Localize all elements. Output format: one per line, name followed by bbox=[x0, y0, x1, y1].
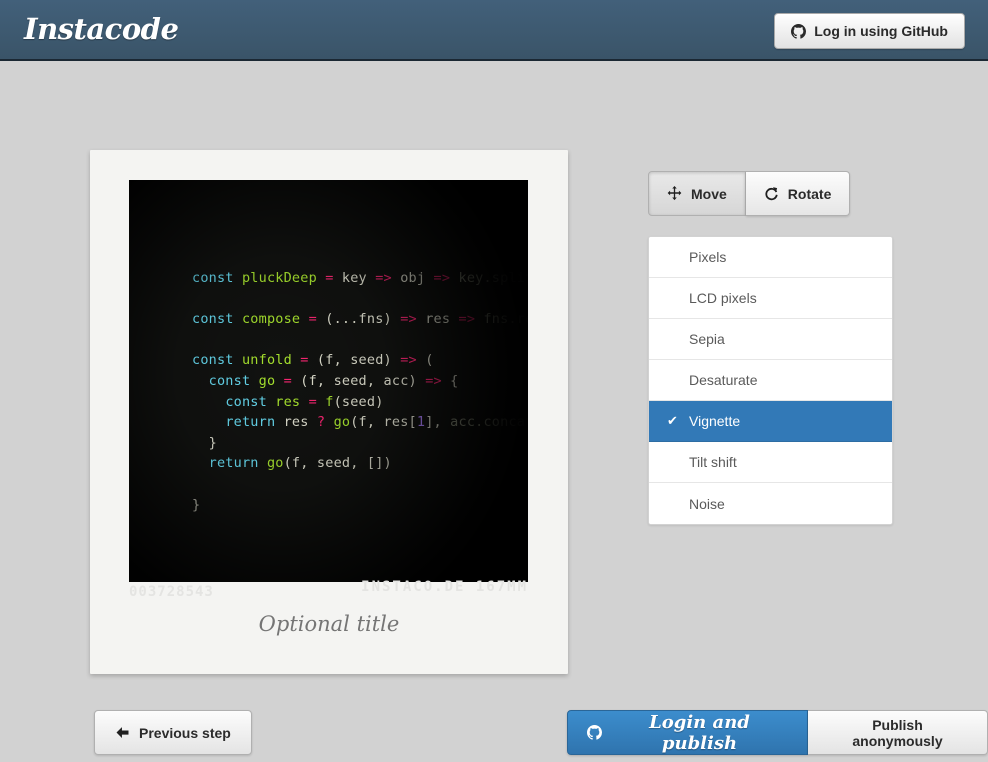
github-icon bbox=[587, 725, 602, 740]
filter-item-tilt-shift[interactable]: ✔ Tilt shift bbox=[649, 442, 892, 483]
code-photo[interactable]: const pluckDeep = key => obj => key.spli… bbox=[129, 180, 528, 582]
move-tool-label: Move bbox=[691, 186, 727, 202]
filter-item-desaturate[interactable]: ✔ Desaturate bbox=[649, 360, 892, 401]
rotate-tool-button[interactable]: Rotate bbox=[746, 171, 851, 216]
film-edge-marks: 003728543 INSTACO.DE 167MM bbox=[129, 584, 528, 606]
move-arrows-icon bbox=[667, 186, 682, 201]
filter-item-sepia[interactable]: ✔ Sepia bbox=[649, 319, 892, 360]
github-login-label: Log in using GitHub bbox=[814, 24, 948, 38]
previous-step-label: Previous step bbox=[139, 725, 231, 741]
github-login-button[interactable]: Log in using GitHub bbox=[774, 13, 965, 49]
filter-list: ✔ Pixels ✔ LCD pixels ✔ Sepia ✔ Desatura… bbox=[648, 236, 893, 525]
polaroid-frame: const pluckDeep = key => obj => key.spli… bbox=[90, 150, 568, 674]
filter-item-lcd-pixels[interactable]: ✔ LCD pixels bbox=[649, 278, 892, 319]
github-icon bbox=[791, 24, 806, 39]
caption-input[interactable] bbox=[90, 612, 568, 636]
login-and-publish-label: Login and publish bbox=[611, 712, 788, 754]
check-icon: ✔ bbox=[667, 413, 678, 429]
app-header: Instacode Log in using GitHub bbox=[0, 0, 988, 61]
publish-button-group: Login and publish Publish anonymously bbox=[567, 710, 988, 755]
filter-label: Vignette bbox=[689, 413, 740, 429]
publish-anonymously-button[interactable]: Publish anonymously bbox=[808, 710, 988, 755]
arrow-left-icon bbox=[115, 725, 130, 740]
transform-tool-group: Move Rotate bbox=[648, 171, 850, 216]
filter-item-pixels[interactable]: ✔ Pixels bbox=[649, 237, 892, 278]
filter-label: LCD pixels bbox=[689, 290, 757, 306]
filter-label: Desaturate bbox=[689, 372, 757, 388]
app-logo: Instacode bbox=[24, 12, 178, 46]
rotate-cw-icon bbox=[764, 186, 779, 201]
previous-step-button[interactable]: Previous step bbox=[94, 710, 252, 755]
publish-anonymously-label: Publish anonymously bbox=[827, 717, 968, 749]
filter-label: Tilt shift bbox=[689, 454, 737, 470]
rotate-tool-label: Rotate bbox=[788, 186, 832, 202]
code-snippet: const pluckDeep = key => obj => key.spli… bbox=[129, 180, 528, 582]
filter-item-noise[interactable]: ✔ Noise bbox=[649, 483, 892, 524]
login-and-publish-button[interactable]: Login and publish bbox=[567, 710, 808, 755]
film-serial-number: 003728543 bbox=[129, 584, 214, 600]
film-brand-mark: INSTACO.DE 167MM bbox=[361, 579, 528, 595]
filter-label: Sepia bbox=[689, 331, 725, 347]
filter-label: Pixels bbox=[689, 249, 726, 265]
filter-label: Noise bbox=[689, 496, 725, 512]
filter-item-vignette[interactable]: ✔ Vignette bbox=[649, 401, 892, 442]
move-tool-button[interactable]: Move bbox=[648, 171, 746, 216]
